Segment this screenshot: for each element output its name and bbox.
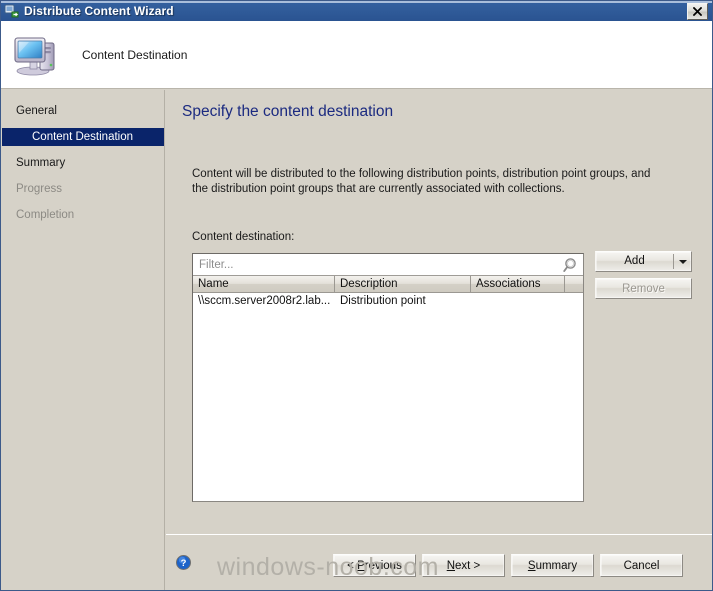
window-title: Distribute Content Wizard — [24, 4, 174, 18]
distribute-content-icon — [4, 3, 20, 19]
next-button-label: Next > — [446, 559, 481, 572]
summary-button[interactable]: Summary — [511, 554, 594, 577]
svg-text:?: ? — [181, 558, 187, 569]
sidebar-item-completion: Completion — [16, 209, 75, 221]
remove-button-label: Remove — [622, 282, 665, 295]
title-bar[interactable]: Distribute Content Wizard — [1, 1, 712, 21]
page-description: Content will be distributed to the follo… — [192, 168, 651, 195]
content-destination-list: Name Description Associations \\sccm.ser… — [192, 253, 584, 502]
add-button-label: Add — [624, 255, 645, 267]
close-icon[interactable] — [687, 2, 708, 20]
chevron-down-icon[interactable] — [674, 259, 691, 264]
computer-icon — [13, 33, 61, 77]
column-header-description[interactable]: Description — [335, 276, 471, 293]
search-icon[interactable] — [559, 255, 583, 275]
sidebar-item-content-destination[interactable]: Content Destination — [2, 128, 164, 146]
wizard-footer: ? < Previous Next > Summary Cancel — [166, 534, 712, 590]
column-header-filler — [565, 276, 583, 293]
add-button[interactable]: Add — [595, 251, 692, 272]
filter-input[interactable] — [193, 257, 559, 272]
help-question-icon[interactable]: ? — [176, 555, 191, 570]
content-destination-label: Content destination: — [192, 231, 295, 243]
sidebar-item-progress: Progress — [16, 183, 63, 195]
header-title: Content Destination — [82, 47, 188, 62]
table-row[interactable]: \\sccm.server2008r2.lab... Distribution … — [193, 293, 583, 308]
next-button[interactable]: Next > — [422, 554, 505, 577]
previous-button[interactable]: < Previous — [333, 554, 416, 577]
cancel-button[interactable]: Cancel — [600, 554, 683, 577]
table-header-row: Name Description Associations — [193, 276, 583, 293]
table-body: \\sccm.server2008r2.lab... Distribution … — [193, 293, 583, 499]
summary-button-label: Summary — [527, 559, 578, 572]
wizard-header: Content Destination — [1, 21, 712, 89]
column-header-associations[interactable]: Associations — [471, 276, 565, 293]
page-title: Specify the content destination — [182, 103, 394, 120]
wizard-step-list: General Content Destination Summary Prog… — [2, 90, 165, 590]
cell-description: Distribution point — [340, 294, 426, 307]
cell-name: \\sccm.server2008r2.lab... — [198, 294, 331, 307]
sidebar-item-summary[interactable]: Summary — [2, 154, 164, 172]
distribute-content-wizard-window: Distribute Content Wizard Content Destin… — [0, 0, 713, 591]
sidebar-item-general[interactable]: General — [2, 102, 164, 120]
column-header-name[interactable]: Name — [193, 276, 335, 293]
wizard-main-pane: Specify the content destination Content … — [166, 90, 712, 534]
remove-button: Remove — [595, 278, 692, 299]
cancel-button-label: Cancel — [623, 559, 660, 572]
previous-button-label: < Previous — [347, 559, 402, 572]
filter-row — [193, 254, 583, 276]
